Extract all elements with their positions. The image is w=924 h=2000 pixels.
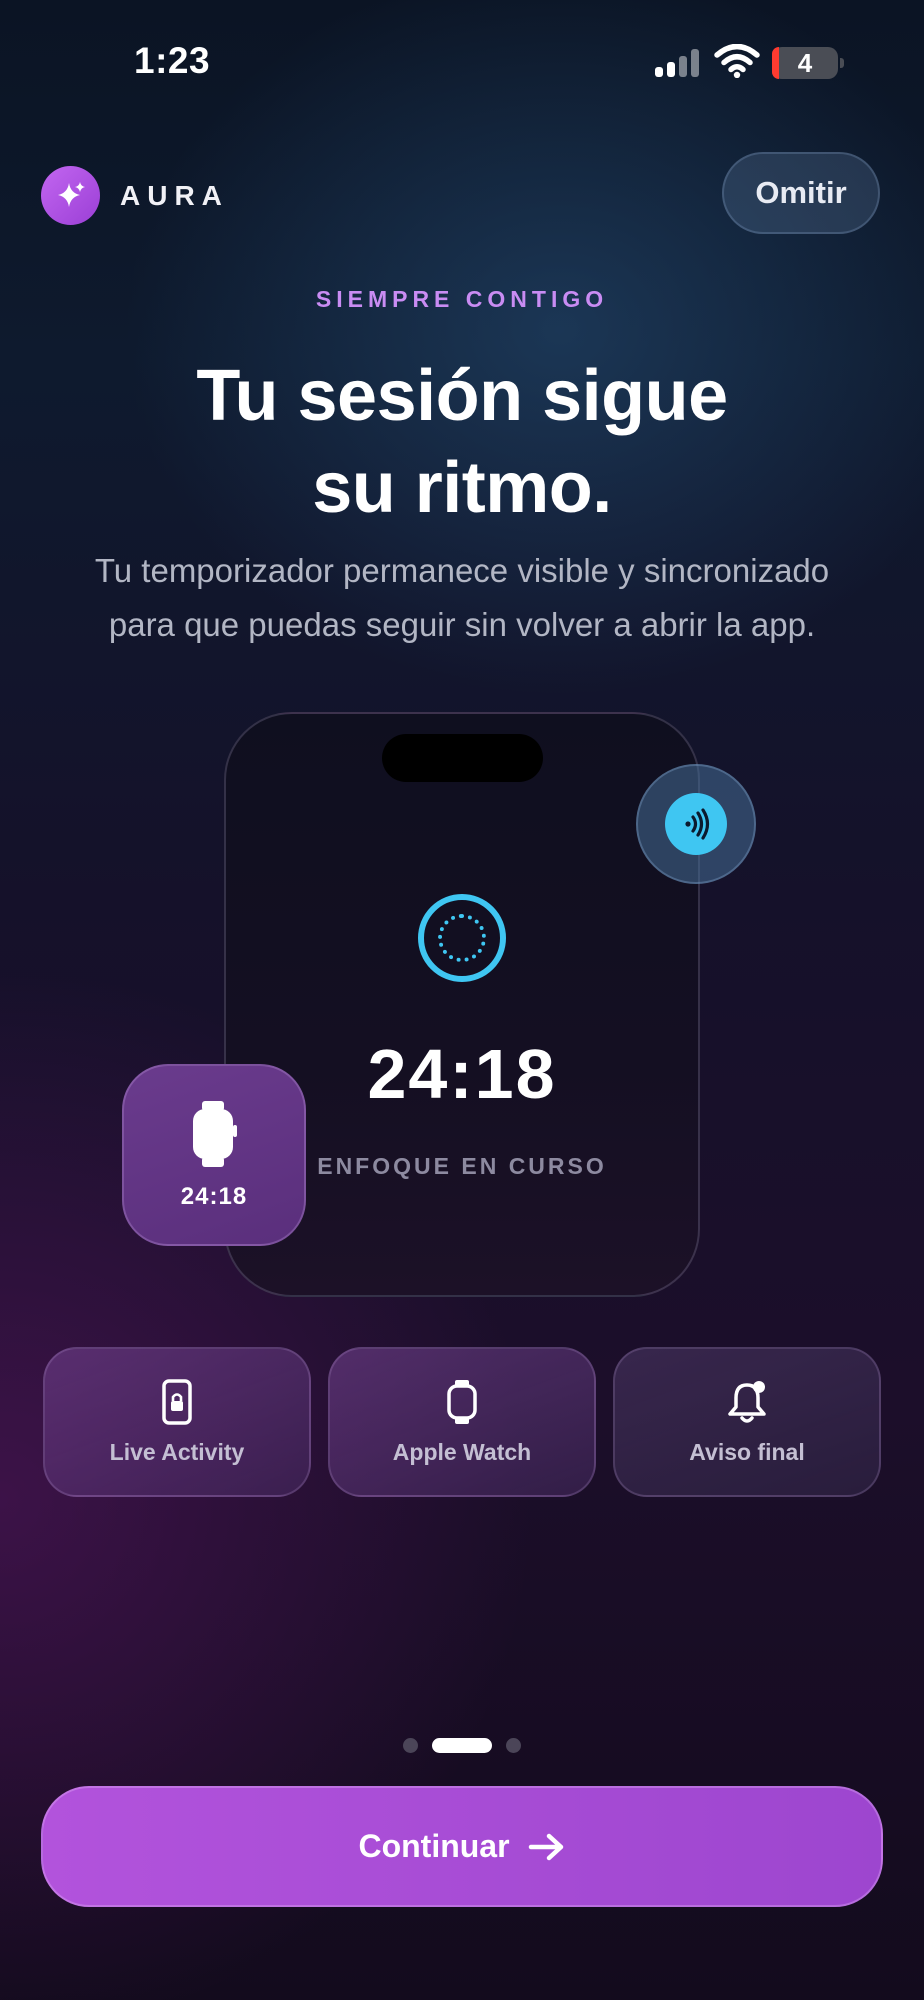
feature-label: Apple Watch xyxy=(392,1438,532,1465)
continue-button-label: Continuar xyxy=(358,1828,510,1864)
page-title: Tu sesión sigue su ritmo. xyxy=(0,350,924,534)
title-line-1: Tu sesión sigue xyxy=(196,356,728,436)
bell-icon xyxy=(728,1380,766,1423)
nfc-badge xyxy=(636,764,756,884)
page-dot-3[interactable] xyxy=(506,1738,521,1753)
subtitle-line-1: Tu temporizador permanece visible y sinc… xyxy=(94,552,830,589)
wifi-icon xyxy=(714,43,760,79)
page-dot-2-active[interactable] xyxy=(432,1738,492,1753)
cellular-signal-icon xyxy=(655,49,701,77)
brand-name: AURA xyxy=(120,180,229,211)
arrow-right-icon xyxy=(528,1833,563,1860)
status-time: 1:23 xyxy=(134,40,211,81)
page-subtitle: Tu temporizador permanece visible y sinc… xyxy=(0,544,924,652)
feature-label: Aviso final xyxy=(689,1438,805,1465)
battery-icon: 4 xyxy=(772,47,844,79)
watch-timer: 24:18 xyxy=(180,1183,248,1210)
nfc-icon xyxy=(665,793,727,855)
feature-apple-watch[interactable]: Apple Watch xyxy=(328,1347,596,1497)
watch-icon xyxy=(447,1379,477,1424)
skip-button[interactable]: Omitir xyxy=(722,152,880,234)
lock-phone-icon xyxy=(162,1378,192,1425)
battery-level: 4 xyxy=(797,48,813,78)
feature-live-activity[interactable]: Live Activity xyxy=(43,1347,311,1497)
watch-complication: 24:18 xyxy=(122,1064,306,1246)
progress-ring-icon xyxy=(418,894,506,982)
dynamic-island xyxy=(382,734,543,782)
watch-icon xyxy=(193,1101,237,1167)
sparkle-logo-icon xyxy=(41,166,100,225)
feature-final-alert[interactable]: Aviso final xyxy=(613,1347,881,1497)
continue-button[interactable]: Continuar xyxy=(41,1786,883,1907)
subtitle-line-2: para que puedas seguir sin volver a abri… xyxy=(108,606,816,643)
feature-label: Live Activity xyxy=(109,1438,245,1465)
page-dot-1[interactable] xyxy=(403,1738,418,1753)
title-line-2: su ritmo. xyxy=(312,448,612,528)
eyebrow-label: SIEMPRE CONTIGO xyxy=(315,286,609,312)
